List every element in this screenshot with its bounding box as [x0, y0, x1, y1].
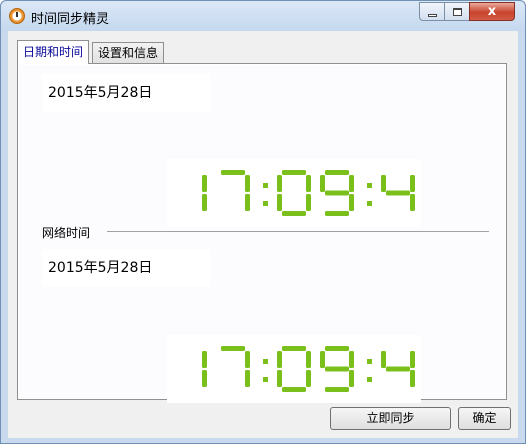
clock-segment: [202, 370, 207, 387]
clock-colon-dot: [263, 183, 268, 188]
clock-segment: [410, 370, 415, 387]
clock-colon-dot: [367, 359, 372, 364]
clock-segment: [325, 346, 349, 351]
clock-segment: [320, 351, 325, 368]
network-clock-svg: 17:09:44: [202, 346, 415, 392]
minimize-icon: [427, 13, 437, 17]
clock-segment: [349, 175, 354, 192]
clock-segment: [202, 175, 207, 192]
clock-segment: [386, 190, 410, 196]
clock-segment: [282, 211, 306, 216]
clock-segment: [325, 387, 349, 392]
close-button[interactable]: x: [469, 2, 515, 21]
clock-segment: [245, 351, 250, 368]
network-date: 2015年5月28日: [42, 249, 210, 287]
app-window: 时间同步精灵 x 日期和时间 设置和信息 2015年5月28日 17:09:43…: [0, 0, 526, 444]
clock-icon: [9, 8, 25, 24]
clock-segment: [245, 194, 250, 211]
clock-segment: [306, 194, 311, 211]
clock-colon-dot: [367, 377, 372, 382]
local-date: 2015年5月28日: [42, 74, 210, 112]
clock-segment: [381, 351, 386, 368]
clock-segment: [277, 370, 282, 387]
close-icon: x: [487, 4, 497, 19]
clock-segment: [221, 346, 245, 351]
tab-panel-content: 2015年5月28日 17:09:43 网络时间 2015年5月28日 17:0…: [19, 65, 505, 403]
ok-button[interactable]: 确定: [458, 407, 511, 430]
clock-colon-dot: [263, 377, 268, 382]
clock-segment: [349, 194, 354, 211]
clock-segment: [325, 211, 349, 216]
clock-segment: [320, 175, 325, 192]
clock-segment: [221, 170, 245, 175]
clock-segment: [306, 175, 311, 192]
clock-segment: [306, 370, 311, 387]
local-clock-svg: 17:09:43: [202, 170, 415, 216]
clock-colon-dot: [367, 183, 372, 188]
clock-segment: [381, 175, 386, 192]
title-bar[interactable]: 时间同步精灵 x: [1, 1, 525, 31]
local-clock-display: 17:09:43: [167, 159, 421, 227]
clock-segment: [410, 351, 415, 368]
clock-segment: [277, 194, 282, 211]
network-clock-display: 17:09:44: [167, 335, 421, 403]
clock-segment: [410, 194, 415, 211]
clock-segment: [386, 366, 410, 372]
tab-panel: 2015年5月28日 17:09:43 网络时间 2015年5月28日 17:0…: [17, 63, 507, 403]
tab-date-time[interactable]: 日期和时间: [17, 40, 90, 64]
clock-segment: [245, 370, 250, 387]
clock-segment: [277, 175, 282, 192]
client-area: 日期和时间 设置和信息 2015年5月28日 17:09:43 网络时间 201…: [8, 31, 518, 438]
clock-segment: [202, 194, 207, 211]
clock-segment: [325, 170, 349, 175]
minimize-button[interactable]: [419, 2, 445, 21]
clock-colon-dot: [263, 201, 268, 206]
section-divider: [107, 231, 489, 232]
clock-colon-dot: [263, 359, 268, 364]
clock-segment: [349, 370, 354, 387]
window-title: 时间同步精灵: [31, 12, 110, 27]
maximize-button[interactable]: [444, 2, 470, 21]
clock-segment: [325, 366, 349, 372]
clock-segment: [306, 351, 311, 368]
clock-segment: [277, 351, 282, 368]
clock-segment: [282, 170, 306, 175]
tab-settings-info[interactable]: 设置和信息: [92, 42, 165, 64]
clock-colon-dot: [367, 201, 372, 206]
network-time-label: 网络时间: [42, 226, 91, 240]
clock-segment: [410, 175, 415, 192]
clock-segment: [245, 175, 250, 192]
clock-segment: [282, 346, 306, 351]
clock-segment: [202, 351, 207, 368]
clock-segment: [349, 351, 354, 368]
clock-segment: [325, 190, 349, 196]
maximize-icon: [452, 8, 462, 16]
sync-now-button[interactable]: 立即同步: [330, 407, 451, 430]
clock-segment: [282, 387, 306, 392]
